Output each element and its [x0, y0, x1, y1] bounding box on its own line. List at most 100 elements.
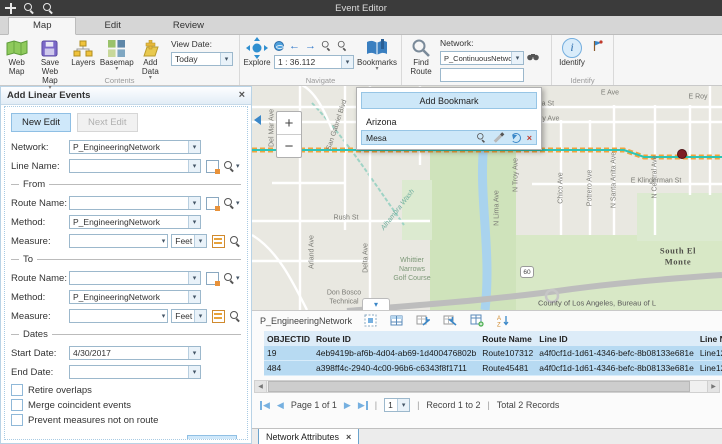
view-date-select[interactable]: Today [171, 52, 233, 66]
tab-edit[interactable]: Edit [80, 18, 144, 34]
binoculars-icon[interactable] [527, 53, 539, 64]
from-route-name-select[interactable] [69, 196, 201, 210]
from-method-caret-icon[interactable] [188, 216, 200, 228]
route-point-marker[interactable] [678, 150, 687, 159]
flag-icon[interactable] [592, 40, 604, 55]
from-unit-caret-icon[interactable] [194, 235, 206, 247]
network-caret-icon[interactable] [511, 52, 523, 64]
map-scale-caret-icon[interactable] [341, 56, 353, 68]
line-name-caret-icon[interactable] [188, 160, 200, 172]
start-date-select[interactable]: 4/30/2017 [69, 346, 201, 360]
from-select-route-on-map-icon[interactable] [206, 197, 219, 210]
select-line-on-map-icon[interactable] [206, 160, 219, 173]
horizontal-scrollbar[interactable]: ◀ ▶ [254, 380, 720, 393]
map-zoom-out-button[interactable]: − [277, 135, 301, 157]
checkbox-icon[interactable] [11, 399, 23, 411]
table-row[interactable]: 484 a398ff4c-2940-4c00-96b6-c6343f8f1711… [264, 361, 722, 376]
scroll-left-icon[interactable]: ◀ [255, 381, 267, 392]
bookmark-item-mesa[interactable]: Mesa × [361, 130, 537, 145]
to-route-name-select[interactable] [69, 271, 201, 285]
to-method-select[interactable]: P_EngineeringNetwork [69, 290, 201, 304]
from-measure-pick-icon[interactable] [212, 235, 225, 248]
new-edit-button[interactable]: New Edit [11, 113, 71, 132]
panel-network-caret-icon[interactable] [188, 141, 200, 153]
basemap-button[interactable]: Basemap ▾ [100, 35, 134, 71]
merge-coincident-checkbox[interactable]: Merge coincident events [11, 399, 241, 411]
basemap-caret-icon[interactable]: ▾ [115, 67, 118, 71]
show-selected-records-icon[interactable] [364, 314, 377, 329]
add-bookmark-button[interactable]: Add Bookmark [361, 92, 537, 109]
from-unit-select[interactable]: Feet [171, 234, 207, 248]
bookmark-edit-icon[interactable] [493, 132, 504, 143]
web-map-button[interactable]: Web Map [0, 35, 33, 76]
to-method-caret-icon[interactable] [188, 291, 200, 303]
to-measure-zoom-icon[interactable] [230, 311, 241, 322]
bookmark-delete-icon[interactable]: × [527, 133, 532, 143]
bookmark-zoom-icon[interactable] [477, 133, 486, 142]
map-zoom-in-button[interactable]: + [277, 112, 301, 135]
column-header-route-name[interactable]: Route Name [479, 331, 536, 346]
retire-overlaps-checkbox[interactable]: Retire overlaps [11, 384, 241, 396]
column-header-route-id[interactable]: Route ID [313, 331, 479, 346]
prevent-measures-checkbox[interactable]: Prevent measures not on route [11, 414, 241, 426]
column-header-objectid[interactable]: OBJECTID [264, 331, 313, 346]
from-method-select[interactable]: P_EngineeringNetwork [69, 215, 201, 229]
bookmark-item-arizona[interactable]: Arizona [361, 113, 537, 130]
table-row[interactable]: 19 4eb9419b-af6b-4d04-ab69-1d400476802b … [264, 346, 722, 361]
zoom-in-tool-icon[interactable] [322, 41, 331, 50]
bookmarks-button[interactable]: Bookmarks ▾ [356, 35, 398, 71]
to-route-caret-icon[interactable] [188, 272, 200, 284]
to-unit-caret-icon[interactable] [194, 310, 206, 322]
full-extent-icon[interactable] [274, 41, 284, 51]
add-data-button[interactable]: Add Data ▾ [134, 35, 167, 80]
line-name-select[interactable] [69, 159, 201, 173]
collapse-panel-arrow[interactable] [254, 115, 261, 125]
zoom-out-tool-icon[interactable] [338, 41, 347, 50]
find-route-button[interactable]: Find Route [402, 35, 440, 76]
collapse-table-arrow[interactable] [362, 298, 390, 310]
previous-extent-icon[interactable]: ← [289, 41, 300, 51]
start-date-caret-icon[interactable] [188, 347, 200, 359]
to-measure-input[interactable]: ▾ [69, 309, 168, 323]
to-select-route-on-map-icon[interactable] [206, 272, 219, 285]
bookmarks-caret-icon[interactable]: ▾ [375, 67, 378, 71]
map-view[interactable]: E Ave E Roy E Cortada St E Garvey Ave E … [252, 85, 722, 310]
save-web-map-caret-icon[interactable]: ▾ [48, 86, 51, 90]
attribute-table-icon[interactable] [390, 314, 403, 329]
pan-to-selection-icon[interactable] [443, 314, 457, 329]
bookmark-update-icon[interactable] [511, 133, 521, 143]
last-page-icon[interactable]: ▶ [358, 401, 368, 410]
from-measure-input[interactable]: ▾ [69, 234, 168, 248]
end-date-select[interactable] [69, 365, 201, 379]
sort-icon[interactable]: AZ [497, 314, 510, 329]
first-page-icon[interactable]: ◀ [260, 401, 270, 410]
end-date-caret-icon[interactable] [188, 366, 200, 378]
column-header-line-name[interactable]: Line Name [697, 331, 722, 346]
checkbox-icon[interactable] [11, 384, 23, 396]
scrollbar-thumb[interactable] [268, 381, 690, 392]
next-extent-icon[interactable]: → [305, 41, 316, 51]
tab-map[interactable]: Map [8, 17, 76, 35]
scroll-right-icon[interactable]: ▶ [707, 381, 719, 392]
to-route-zoom-icon[interactable] [224, 273, 235, 284]
from-route-zoom-icon[interactable] [224, 198, 235, 209]
page-number-select[interactable]: 1 [384, 398, 410, 412]
tab-network-attributes[interactable]: Network Attributes × [258, 429, 359, 444]
to-measure-pick-icon[interactable] [212, 310, 225, 323]
tab-close-icon[interactable]: × [346, 432, 351, 442]
checkbox-icon[interactable] [11, 414, 23, 426]
to-unit-select[interactable]: Feet [171, 309, 207, 323]
tab-review[interactable]: Review [149, 18, 228, 34]
next-button[interactable]: Next > [187, 435, 237, 440]
page-number-caret-icon[interactable] [397, 399, 409, 411]
from-route-caret-icon[interactable] [188, 197, 200, 209]
line-zoom-icon[interactable] [224, 161, 235, 172]
layers-button[interactable]: Layers [67, 35, 100, 67]
previous-page-icon[interactable]: ◀ [277, 401, 284, 410]
panel-network-select[interactable]: P_EngineeringNetwork [69, 140, 201, 154]
column-header-line-id[interactable]: Line ID [536, 331, 697, 346]
panel-close-icon[interactable]: × [239, 90, 245, 101]
view-date-caret-icon[interactable] [220, 53, 232, 65]
add-to-attribute-set-icon[interactable] [470, 314, 484, 329]
next-page-icon[interactable]: ▶ [344, 401, 351, 410]
